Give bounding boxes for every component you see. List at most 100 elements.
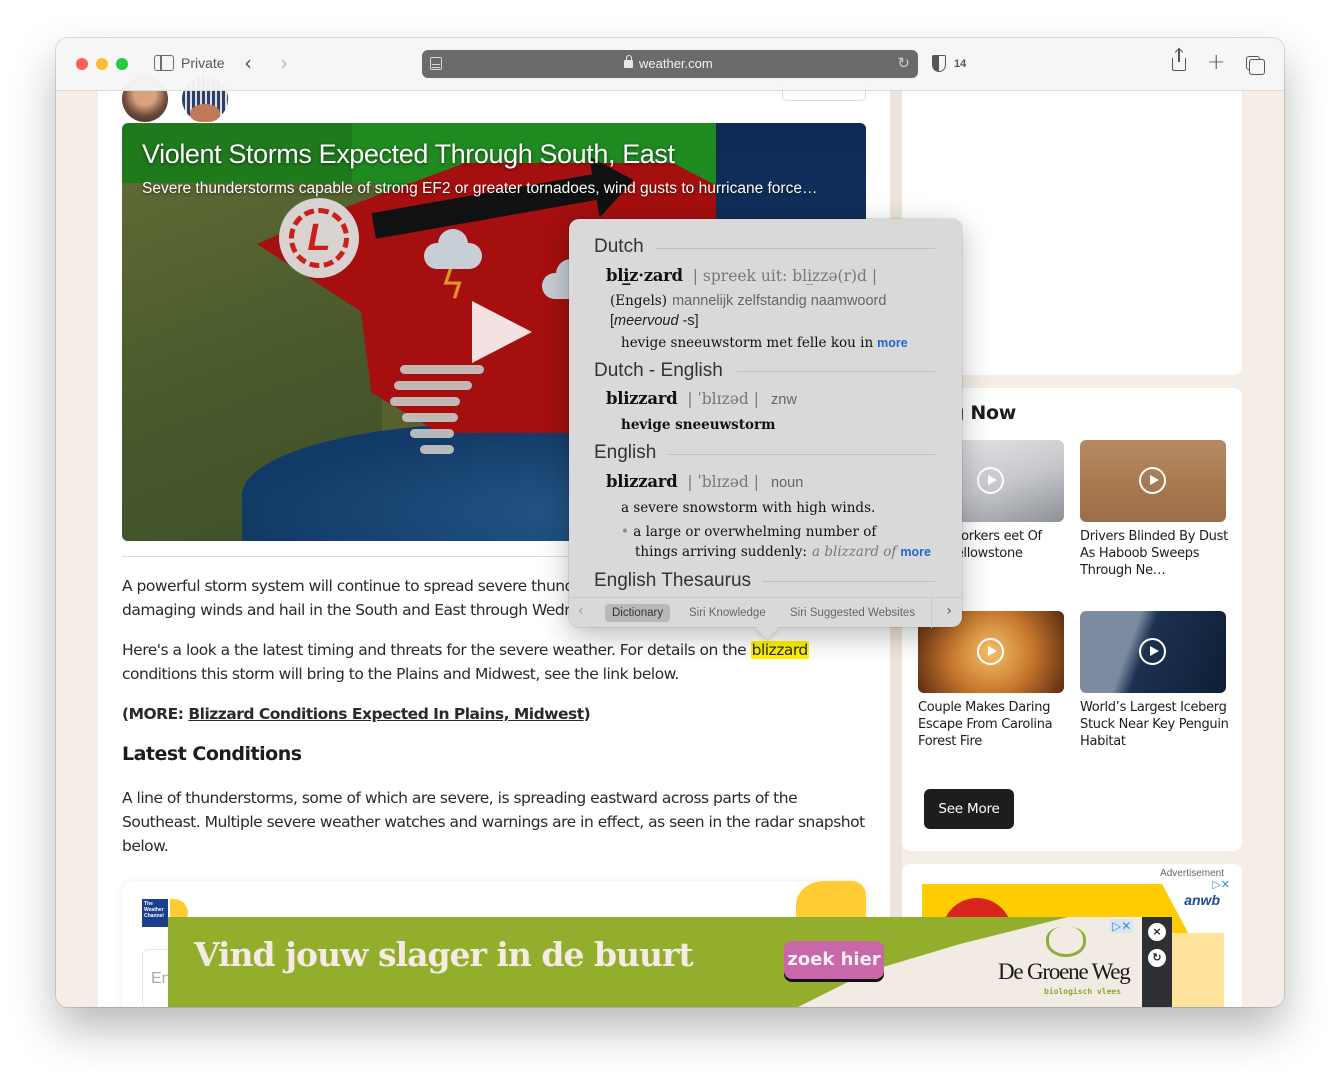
dictionary-popover: Dutch bli̲z·zard | spreek uit: bli̲zzə(r)… [569,219,962,628]
definition-line: things arriving suddenly: a blizzard of m… [635,541,931,560]
section-divider [669,454,935,455]
section-divider [762,581,935,582]
wind-line-icon [400,365,484,374]
definition-line: a severe snowstorm with high winds. [621,497,875,516]
definition: hevige sneeuwstorm met felle kou in [621,335,874,351]
close-window-button[interactable] [76,58,88,70]
definition: a severe snowstorm with high winds. [621,500,876,516]
video-caption-link[interactable]: Drivers Blinded By Dust As Haboob Sweeps… [1080,528,1230,579]
section-divider [737,371,935,372]
privacy-shield-icon[interactable] [932,55,946,72]
tab-dictionary[interactable]: Dictionary [605,604,671,622]
plural-label: meervoud [614,313,679,329]
video-thumbnail[interactable] [1080,611,1226,693]
play-icon [977,467,1004,494]
wind-line-icon [390,397,460,406]
section-divider [655,248,935,249]
chevron-left-icon[interactable]: ‹ [578,603,584,619]
tracker-count: 14 [954,58,967,70]
highlighted-word[interactable]: blizzard [750,641,809,659]
play-icon [1139,467,1166,494]
share-icon[interactable] [1172,49,1186,71]
forward-button[interactable]: › [280,51,288,75]
wind-line-icon [420,445,454,454]
url-text[interactable]: weather.com [639,56,713,71]
see-more-button[interactable]: See More [924,789,1014,829]
video-caption-link[interactable]: World’s Largest Iceberg Stuck Near Key P… [1080,699,1230,750]
reload-icon[interactable]: ↻ [897,54,910,72]
new-tab-icon[interactable]: + [1207,50,1225,75]
page-menu-icon[interactable] [430,57,442,70]
banner-ad[interactable]: Vind jouw slager in de buurt zoek hier D… [168,917,1172,1007]
video-subtitle: Severe thunderstorms capable of strong E… [142,180,818,197]
dictionary-entry-header: blizzard | ˈblɪzəd | noun [606,472,803,491]
brand-tagline: biologisch vlees [1044,987,1122,996]
definition-line: hevige sneeuwstorm met felle kou in more [621,332,908,351]
play-icon[interactable] [472,301,532,363]
browser-toolbar: Private ‹ › weather.com ↻ 14 + [56,38,1284,91]
video-caption-link[interactable]: Couple Makes Daring Escape From Carolina… [918,699,1068,750]
lightning-icon: ϟ [440,263,466,307]
zoom-window-button[interactable] [116,58,128,70]
adchoices-icon[interactable]: ▷✕ [1212,878,1230,891]
cow-logo-icon [1046,927,1086,957]
headword: blizzard [606,389,678,408]
ad-background [1172,933,1224,1007]
plural-line: [meervoud -s] [610,313,699,329]
part-of-speech: noun [771,475,804,491]
article-paragraph: Here's a look a the latest timing and th… [122,638,866,686]
headword: blizzard [606,472,678,491]
pronunciation: | ˈblɪzəd | [687,390,760,408]
section-heading: Latest Conditions [122,743,302,765]
play-icon [977,638,1004,665]
banner-controls: × ↻ [1142,917,1172,1007]
refresh-ad-icon[interactable]: ↻ [1148,949,1166,967]
anwb-logo: anwb [1184,892,1220,908]
back-button[interactable]: ‹ [244,51,252,75]
banner-headline: Vind jouw slager in de buurt [194,935,694,974]
tab-overview-icon[interactable] [1246,56,1265,75]
sidebar-toggle-icon[interactable] [154,55,174,71]
minimize-window-button[interactable] [96,58,108,70]
tab-siri-suggested-websites[interactable]: Siri Suggested Websites [783,604,922,622]
paragraph-text: damaging winds and hail in the South and… [122,601,620,619]
address-bar[interactable]: weather.com ↻ [422,50,918,78]
weather-channel-logo: The Weather Channel [142,899,168,927]
dictionary-entry-header: blizzard | ˈblɪzəd | znw [606,389,797,408]
headword: bli̲z·zard [606,266,683,285]
dictionary-entry-header: bli̲z·zard | spreek uit: bli̲zzə(r)d | [606,266,877,285]
video-title: Violent Storms Expected Through South, E… [142,139,675,169]
browser-window: Private ‹ › weather.com ↻ 14 + L ϟ Viole… [56,38,1284,1007]
more-prefix: (MORE: [122,705,189,723]
low-pressure-icon: L [279,198,359,278]
banner-cta-button[interactable]: zoek hier [784,941,884,979]
pronunciation: | spreek uit: bli̲zzə(r)d | [692,267,878,285]
tab-siri-knowledge[interactable]: Siri Knowledge [682,604,773,622]
adchoices-icon[interactable]: ▷✕ [1110,919,1134,933]
dictionary-section-heading: Dutch - English [594,360,723,381]
play-icon [1139,638,1166,665]
brand-name: De Groene Weg [998,959,1131,984]
definition-line: • a large or overwhelming number of [621,524,877,540]
pronunciation: | ˈblɪzəd | [687,473,760,491]
dictionary-section-heading: English Thesaurus [594,570,752,591]
chevron-right-icon[interactable]: › [946,603,952,619]
popover-tab-bar: ‹ Dictionary Siri Knowledge Siri Suggest… [569,597,962,628]
example: a blizzard of [812,544,897,560]
more-link[interactable]: more [877,336,908,350]
grammar-line: (Engels) mannelijk zelfstandig naamwoord [610,290,886,309]
close-ad-icon[interactable]: × [1148,923,1166,941]
wind-line-icon [394,381,472,390]
definition-line: hevige sneeuwstorm [621,414,775,433]
paragraph-text: conditions this storm will bring to the … [122,665,679,683]
related-article-link[interactable]: Blizzard Conditions Expected In Plains, … [188,705,584,723]
paragraph-text: Here's a look a the latest timing and th… [122,641,751,659]
definition: hevige sneeuwstorm [621,417,776,433]
more-link[interactable]: more [900,545,931,559]
wind-line-icon [402,413,458,422]
dictionary-section-heading: Dutch [594,236,644,257]
article-paragraph: A line of thunderstorms, some of which a… [122,789,865,855]
origin: (Engels) [610,293,667,309]
definition: things arriving suddenly: [635,544,807,560]
video-thumbnail[interactable] [1080,440,1226,522]
